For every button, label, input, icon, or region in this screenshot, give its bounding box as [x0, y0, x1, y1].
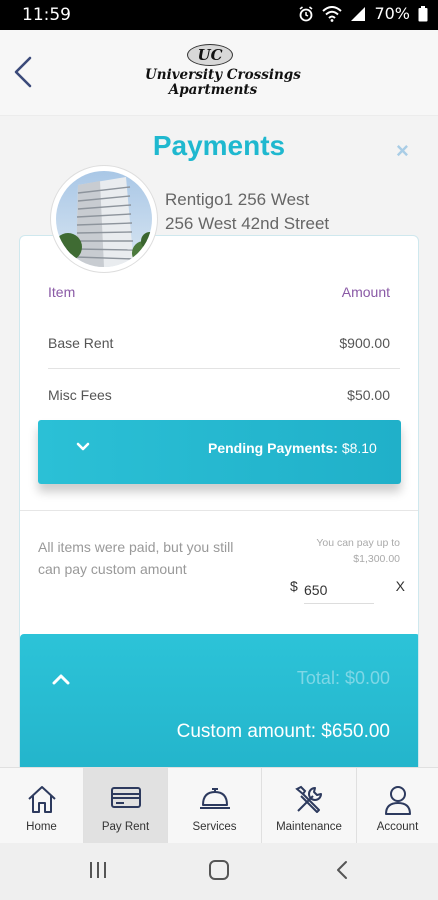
- custom-amount-row: $ X: [290, 576, 405, 606]
- battery-icon: [418, 5, 428, 21]
- bottom-nav: Home Pay Rent Services Maintenance Accou…: [0, 767, 438, 844]
- system-nav-bar: [0, 843, 438, 900]
- property-avatar: [50, 165, 158, 273]
- credit-card-icon: [110, 787, 141, 808]
- column-header-amount: Amount: [341, 284, 390, 300]
- building-photo: [56, 171, 152, 267]
- back-system-button[interactable]: [334, 859, 350, 886]
- close-button[interactable]: ×: [396, 138, 409, 164]
- nav-label-home: Home: [26, 821, 57, 833]
- nav-account[interactable]: Account: [357, 768, 438, 844]
- row-value-base-rent: $900.00: [339, 335, 390, 351]
- user-icon: [384, 786, 411, 815]
- nav-services[interactable]: Services: [168, 768, 262, 844]
- back-button[interactable]: [10, 52, 38, 92]
- service-bell-icon: [199, 788, 230, 809]
- pending-payments-toggle[interactable]: Pending Payments: $8.10: [38, 420, 401, 484]
- row-label-base-rent: Base Rent: [48, 335, 114, 351]
- property-address: Rentigo1 256 West 256 West 42nd Street: [165, 188, 329, 236]
- nav-home[interactable]: Home: [0, 768, 84, 844]
- pending-payments-label: Pending Payments: $8.10: [208, 440, 377, 456]
- row-divider: [48, 368, 400, 369]
- home-square-icon: [209, 860, 229, 880]
- app-header: UC University Crossings Apartments: [0, 30, 438, 116]
- status-icons: 70%: [298, 4, 428, 23]
- home-icon: [27, 786, 56, 813]
- nav-pay-rent[interactable]: Pay Rent: [84, 768, 168, 844]
- custom-amount-input[interactable]: [304, 576, 374, 604]
- chevron-left-icon: [337, 861, 347, 879]
- nav-label-services: Services: [192, 821, 237, 833]
- row-value-misc-fees: $50.00: [347, 387, 390, 403]
- wifi-icon: [322, 5, 343, 22]
- custom-amount-total: Custom amount: $650.00: [176, 721, 390, 742]
- battery-percent: 70%: [374, 4, 410, 23]
- column-header-item: Item: [48, 284, 76, 300]
- chevron-up-icon[interactable]: [52, 672, 70, 686]
- section-divider: [20, 510, 418, 511]
- total-label: Total: $0.00: [296, 668, 390, 688]
- alarm-icon: [299, 5, 313, 21]
- nav-label-pay-rent: Pay Rent: [101, 821, 150, 833]
- property-street: 256 West 42nd Street: [165, 214, 330, 233]
- nav-label-account: Account: [376, 821, 419, 833]
- nav-maintenance[interactable]: Maintenance: [262, 768, 357, 844]
- pending-payments-value: $8.10: [341, 440, 377, 456]
- home-system-button[interactable]: [208, 859, 230, 886]
- signal-icon: [351, 6, 366, 21]
- logo-line2: Apartments: [168, 82, 258, 98]
- status-time: 11:59: [22, 5, 71, 25]
- nav-label-maintenance: Maintenance: [276, 821, 342, 833]
- payments-card: Item Amount Base Rent $900.00 Misc Fees …: [19, 235, 419, 795]
- recent-apps-button[interactable]: [88, 859, 108, 886]
- row-label-misc-fees: Misc Fees: [48, 387, 112, 403]
- page-title: Payments: [152, 130, 286, 161]
- logo-line1: University Crossings: [145, 67, 301, 83]
- tools-icon: [295, 785, 322, 813]
- chevron-down-icon: [76, 442, 90, 451]
- chevron-left-icon: [14, 56, 32, 88]
- status-bar: 11:59 70%: [0, 0, 438, 30]
- property-name: Rentigo1 256 West: [165, 190, 310, 209]
- clear-amount-button[interactable]: X: [396, 578, 405, 594]
- recent-apps-icon: [90, 862, 106, 878]
- app-logo: UC University Crossings Apartments: [145, 42, 301, 102]
- custom-amount-message: All items were paid, but you still can p…: [38, 539, 234, 577]
- currency-symbol: $: [290, 578, 298, 594]
- logo-mark: UC: [187, 44, 233, 66]
- pay-up-to-hint: You can pay up to $1,300.00: [316, 537, 400, 565]
